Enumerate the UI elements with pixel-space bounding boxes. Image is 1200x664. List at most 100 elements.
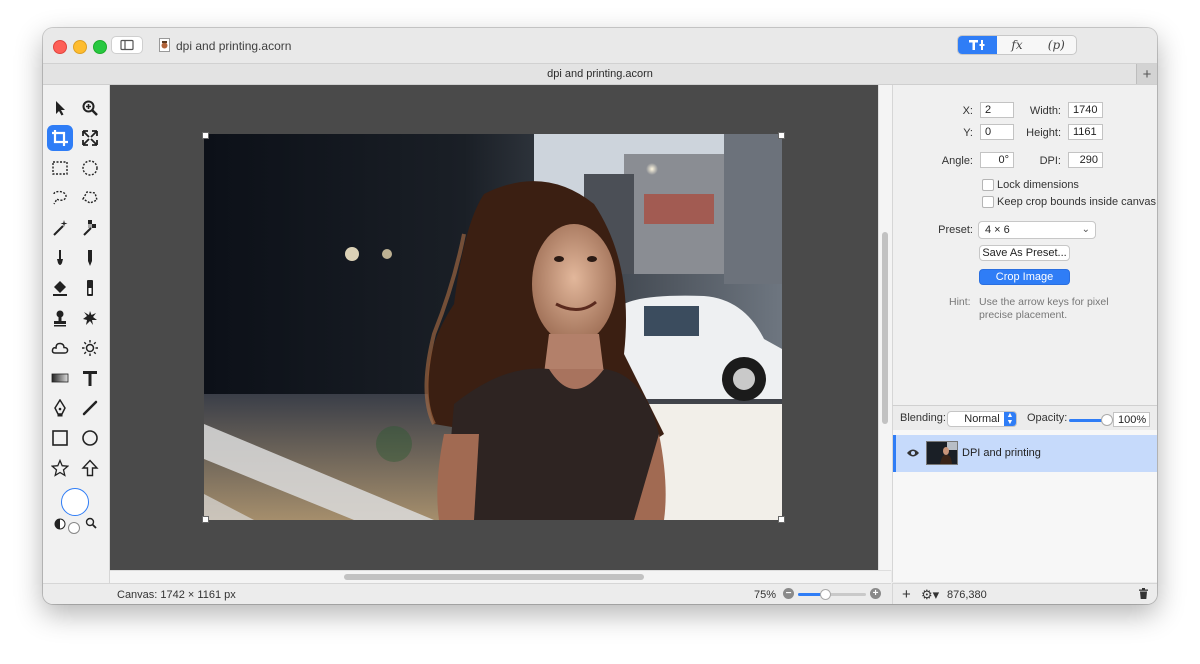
star-tool-button[interactable] <box>47 455 73 481</box>
rect-select-tool-button[interactable] <box>47 155 73 181</box>
crop-tool-button[interactable] <box>47 125 73 151</box>
line-tool-button[interactable] <box>77 395 103 421</box>
lock-dimensions-checkbox[interactable] <box>982 179 994 191</box>
oval-tool-button[interactable] <box>77 425 103 451</box>
vertical-scrollbar[interactable] <box>878 85 892 570</box>
ellipse-select-tool-button[interactable] <box>77 155 103 181</box>
layer-actions-menu[interactable]: ⚙▾ <box>921 587 939 603</box>
hint-label: Hint: <box>949 296 971 308</box>
preset-popup[interactable]: 4 × 6 ⌄ <box>978 221 1096 239</box>
crop-image-button[interactable]: Crop Image <box>979 269 1070 285</box>
preset-label: Preset: <box>938 224 973 236</box>
vertical-scroll-thumb[interactable] <box>882 232 888 424</box>
new-tab-button[interactable]: + <box>1136 64 1157 84</box>
lock-dimensions-label: Lock dimensions <box>997 179 1079 191</box>
cloud-icon <box>51 342 69 354</box>
add-layer-button[interactable]: + <box>902 586 911 603</box>
close-window-button[interactable] <box>53 40 67 54</box>
sidebar-icon <box>120 39 134 51</box>
zoom-slider-knob[interactable] <box>820 589 832 600</box>
width-field[interactable]: 1740 <box>1068 102 1103 118</box>
polygon-lasso-tool-button[interactable] <box>77 185 103 211</box>
eye-icon[interactable] <box>906 448 920 458</box>
image-canvas[interactable] <box>110 85 878 570</box>
opacity-label: Opacity: <box>1027 412 1068 424</box>
lasso-tool-button[interactable] <box>47 185 73 211</box>
pen-nib-icon <box>54 399 66 417</box>
clone-stamp-tool-button[interactable] <box>47 305 73 331</box>
pencil-tool-button[interactable] <box>77 245 103 271</box>
arrow-tool-button[interactable] <box>77 455 103 481</box>
ellipse-marquee-icon <box>82 160 98 176</box>
save-as-preset-button[interactable]: Save As Preset... <box>979 245 1070 261</box>
height-label: Height: <box>1026 127 1061 139</box>
smudge-tool-button[interactable] <box>77 305 103 331</box>
sidebar-toggle-button[interactable] <box>111 36 143 54</box>
eyedropper-zoom-icon[interactable] <box>85 517 97 529</box>
minimize-window-button[interactable] <box>73 40 87 54</box>
title-bar: dpi and printing.acorn fx (p) <box>43 28 1157 64</box>
zoom-tool-button[interactable] <box>77 95 103 121</box>
swap-colors-icon[interactable] <box>54 518 66 530</box>
horizontal-scrollbar[interactable] <box>110 570 891 584</box>
maximize-window-button[interactable] <box>93 40 107 54</box>
zoom-out-button[interactable]: − <box>783 588 794 599</box>
fill-tool-button[interactable] <box>47 275 73 301</box>
circle-icon <box>82 430 98 446</box>
crop-handle-top-right[interactable] <box>778 132 785 139</box>
cloud-tool-button[interactable] <box>47 335 73 361</box>
angle-field[interactable]: 0° <box>980 152 1014 168</box>
crop-handle-bottom-left[interactable] <box>202 516 209 523</box>
arrow-cursor-icon <box>56 101 65 116</box>
inspector-mode-segmented-control[interactable]: fx (p) <box>957 35 1077 55</box>
blending-mode-value: Normal <box>964 413 1000 425</box>
pen-tool-button[interactable] <box>47 395 73 421</box>
expand-arrows-icon <box>82 130 98 146</box>
magic-wand-icon <box>53 220 68 236</box>
blending-label: Blending: <box>900 412 946 424</box>
blending-mode-popup[interactable]: Normal ▲ ▼ <box>947 411 1017 427</box>
preset-value: 4 × 6 <box>985 224 1010 236</box>
cursor-coordinates: 876,380 <box>947 589 987 601</box>
transform-tool-button[interactable] <box>77 125 103 151</box>
arrow-up-icon <box>81 459 99 477</box>
dpi-field[interactable]: 290 <box>1068 152 1103 168</box>
window-title: dpi and printing.acorn <box>176 39 292 53</box>
height-field[interactable]: 1161 <box>1068 124 1103 140</box>
crop-handle-bottom-right[interactable] <box>778 516 785 523</box>
square-icon <box>52 430 68 446</box>
layer-name: DPI and printing <box>962 447 1041 459</box>
move-tool-button[interactable] <box>47 95 73 121</box>
photo-woman-street[interactable] <box>204 134 782 520</box>
gradient-fill-tool-button[interactable] <box>47 365 73 391</box>
filters-segment[interactable]: fx <box>997 36 1036 54</box>
width-label: Width: <box>1029 105 1061 117</box>
horizontal-scroll-thumb[interactable] <box>344 574 644 580</box>
document-tab-title[interactable]: dpi and printing.acorn <box>43 68 1157 80</box>
dodge-burn-tool-button[interactable] <box>77 335 103 361</box>
brush-icon <box>57 250 63 265</box>
y-field[interactable]: 0 <box>980 124 1014 140</box>
trash-icon[interactable] <box>1139 588 1148 599</box>
opacity-slider-knob[interactable] <box>1101 414 1113 426</box>
x-field[interactable]: 2 <box>980 102 1014 118</box>
properties-segment[interactable]: (p) <box>1037 36 1076 54</box>
brush-tool-button[interactable] <box>47 245 73 271</box>
magic-wand-tool-button[interactable] <box>47 215 73 241</box>
zoom-in-button[interactable]: + <box>870 588 881 599</box>
gradient-tool-button[interactable] <box>77 275 103 301</box>
crop-handle-top-left[interactable] <box>202 132 209 139</box>
rectangle-tool-button[interactable] <box>47 425 73 451</box>
tool-inspector-segment[interactable] <box>958 36 998 54</box>
color-select-tool-button[interactable] <box>77 215 103 241</box>
fill-color-well[interactable] <box>68 522 80 534</box>
text-tool-button[interactable] <box>77 365 103 391</box>
tool-palette <box>43 85 110 583</box>
layer-row[interactable]: DPI and printing <box>893 435 1157 472</box>
stamp-icon <box>54 310 66 327</box>
stroke-color-well[interactable] <box>61 488 89 516</box>
y-label: Y: <box>963 127 973 139</box>
opacity-field[interactable]: 100% <box>1113 412 1150 427</box>
zoom-slider[interactable] <box>798 589 866 600</box>
keep-bounds-checkbox[interactable] <box>982 196 994 208</box>
